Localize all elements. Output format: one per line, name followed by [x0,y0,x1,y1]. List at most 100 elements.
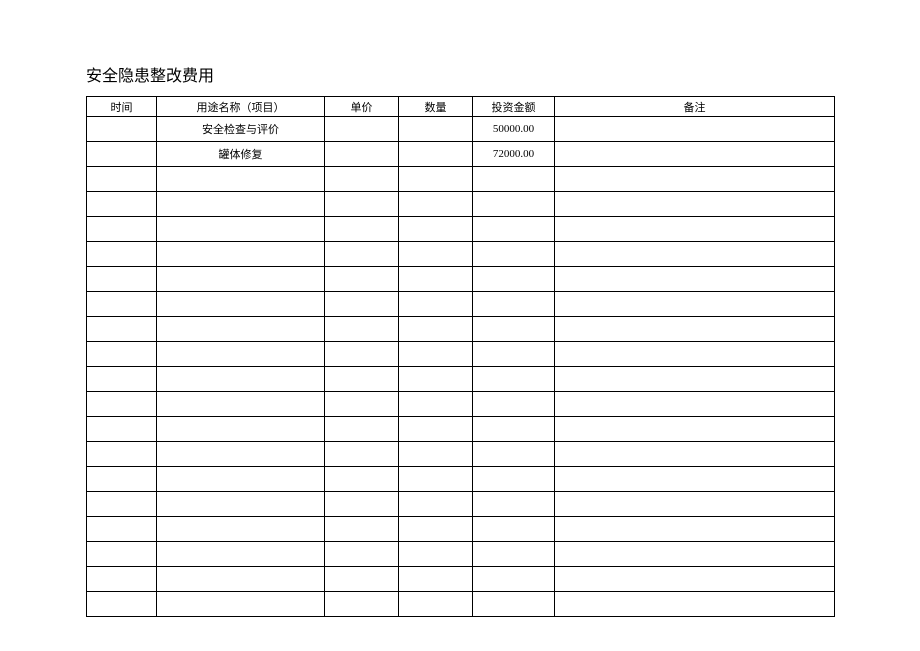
cell-qty [399,317,473,342]
cell-qty [399,442,473,467]
cell-price [325,117,399,142]
table-row [87,442,835,467]
cell-qty [399,567,473,592]
cell-time [87,392,157,417]
cell-time [87,267,157,292]
cell-time [87,542,157,567]
cell-price [325,417,399,442]
cell-name [157,167,325,192]
cell-time [87,567,157,592]
cell-time [87,517,157,542]
table-row [87,567,835,592]
cell-qty [399,342,473,367]
cell-name [157,492,325,517]
cell-amount [473,567,555,592]
cell-qty [399,367,473,392]
header-remark: 备注 [555,97,835,117]
expense-table: 时间 用途名称（项目） 单价 数量 投资金额 备注 安全检查与评价50000.0… [86,96,835,617]
header-time: 时间 [87,97,157,117]
table-row [87,542,835,567]
header-amount: 投资金额 [473,97,555,117]
cell-qty [399,592,473,617]
cell-amount [473,342,555,367]
cell-price [325,192,399,217]
cell-remark [555,192,835,217]
cell-name [157,542,325,567]
table-row [87,367,835,392]
cell-qty [399,242,473,267]
cell-remark [555,167,835,192]
cell-time [87,417,157,442]
cell-amount [473,267,555,292]
cell-amount [473,242,555,267]
cell-time [87,117,157,142]
cell-qty [399,392,473,417]
table-row [87,392,835,417]
cell-qty [399,117,473,142]
cell-name [157,467,325,492]
cell-remark [555,342,835,367]
cell-price [325,217,399,242]
table-row [87,467,835,492]
cell-price [325,242,399,267]
table-row: 安全检查与评价50000.00 [87,117,835,142]
cell-time [87,442,157,467]
cell-remark [555,542,835,567]
cell-qty [399,417,473,442]
cell-price [325,167,399,192]
cell-remark [555,292,835,317]
table-row [87,292,835,317]
cell-amount [473,442,555,467]
cell-price [325,442,399,467]
cell-name [157,267,325,292]
page-container: 安全隐患整改费用 时间 用途名称（项目） 单价 数量 投资金额 备注 安全检查与… [0,0,920,617]
cell-amount: 72000.00 [473,142,555,167]
cell-amount [473,517,555,542]
table-body: 安全检查与评价50000.00罐体修复72000.00 [87,117,835,617]
cell-price [325,567,399,592]
cell-price [325,467,399,492]
cell-name [157,342,325,367]
cell-amount [473,542,555,567]
table-row [87,167,835,192]
cell-amount [473,417,555,442]
cell-name [157,242,325,267]
cell-remark [555,467,835,492]
cell-name [157,292,325,317]
cell-amount [473,292,555,317]
header-qty: 数量 [399,97,473,117]
cell-price [325,542,399,567]
table-row [87,517,835,542]
cell-remark [555,367,835,392]
cell-time [87,167,157,192]
table-row [87,317,835,342]
cell-qty [399,492,473,517]
page-title: 安全隐患整改费用 [86,62,834,86]
cell-price [325,317,399,342]
cell-price [325,292,399,317]
cell-name [157,217,325,242]
cell-name [157,192,325,217]
table-row [87,267,835,292]
cell-price [325,342,399,367]
cell-remark [555,267,835,292]
cell-remark [555,317,835,342]
table-row [87,592,835,617]
cell-qty [399,467,473,492]
cell-amount [473,217,555,242]
cell-time [87,217,157,242]
cell-remark [555,117,835,142]
cell-time [87,592,157,617]
cell-name [157,592,325,617]
cell-name [157,367,325,392]
cell-name [157,517,325,542]
cell-time [87,242,157,267]
cell-remark [555,592,835,617]
cell-time [87,467,157,492]
cell-amount: 50000.00 [473,117,555,142]
cell-price [325,267,399,292]
cell-time [87,142,157,167]
cell-name [157,567,325,592]
cell-qty [399,142,473,167]
cell-price [325,142,399,167]
